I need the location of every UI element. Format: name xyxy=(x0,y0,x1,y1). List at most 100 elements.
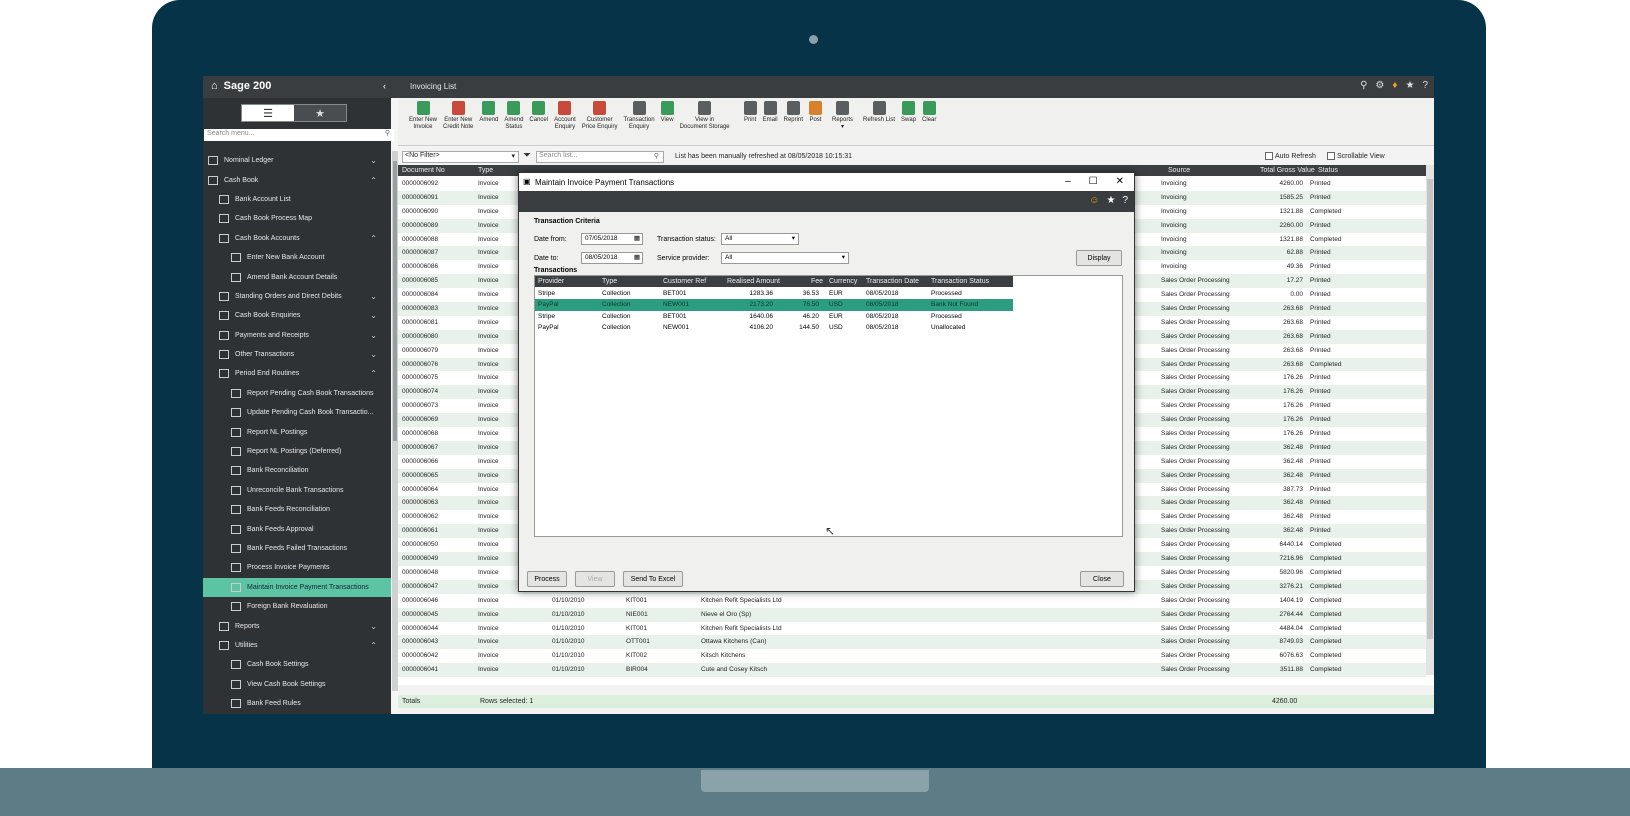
star-icon[interactable]: ★ xyxy=(1106,195,1115,206)
home-icon[interactable]: ⌂ xyxy=(211,80,218,92)
service-provider-select[interactable]: All ▾ xyxy=(721,252,849,264)
toolbar-button[interactable]: View in Document Storage xyxy=(677,98,733,145)
sidebar-item[interactable]: Bank Feeds Reconciliation xyxy=(203,500,391,519)
sidebar-item[interactable]: Enter New Bank Account xyxy=(203,248,391,267)
list-search-input[interactable]: Search list... ⚲ xyxy=(536,151,664,163)
chevron-up-icon[interactable]: ⌃ xyxy=(370,369,377,378)
calendar-icon[interactable]: ▦ xyxy=(634,253,640,261)
sidebar-item[interactable]: Report NL Postings (Deferred) xyxy=(203,442,391,461)
col-fee[interactable]: Fee xyxy=(811,278,823,285)
close-button[interactable]: Close xyxy=(1080,571,1124,587)
menu-search-input[interactable]: Search menu... ⚲ xyxy=(204,129,394,141)
view-button[interactable]: View xyxy=(575,571,615,587)
menu-view-icon[interactable]: ☰ xyxy=(242,105,294,121)
chevron-up-icon[interactable]: ⌃ xyxy=(370,176,377,185)
date-from-input[interactable]: 07/05/2018 ▦ xyxy=(581,233,643,245)
sidebar-item[interactable]: Other Transactions ⌄ xyxy=(203,345,391,364)
col-type[interactable]: Type xyxy=(602,278,617,285)
sidebar-item[interactable]: Bank Reconciliation xyxy=(203,461,391,480)
help-icon[interactable]: ? xyxy=(1422,80,1428,91)
chevron-down-icon[interactable]: ⌄ xyxy=(370,292,377,301)
grid-scrollbar[interactable] xyxy=(1426,165,1434,675)
table-row[interactable]: 0000006041 Invoice 01/10/2010 BIR004 Cute an… xyxy=(398,663,1426,678)
table-row[interactable]: 0000006043 Invoice 01/10/2010 OTT001 Ottawa … xyxy=(398,635,1426,650)
favourites-view-icon[interactable]: ★ xyxy=(294,105,346,121)
transaction-row[interactable]: PayPal Collection NEW001 4106.20 144.50 USD 08… xyxy=(535,322,1013,333)
brand[interactable]: ⌂ Sage 200 xyxy=(211,80,271,92)
help-icon[interactable]: ? xyxy=(1122,195,1128,206)
sidebar-item[interactable]: Bank Account List xyxy=(203,190,391,209)
auto-refresh-checkbox[interactable]: Auto Refresh xyxy=(1265,152,1316,160)
checkbox-box[interactable] xyxy=(1265,152,1273,160)
send-to-excel-button[interactable]: Send To Excel xyxy=(623,571,683,587)
sidebar-item[interactable]: Payments and Receipts ⌄ xyxy=(203,326,391,345)
sidebar-item[interactable]: Utilities ⌃ xyxy=(203,636,391,655)
chevron-up-icon[interactable]: ⌃ xyxy=(370,234,377,243)
sidebar-scroll-thumb[interactable] xyxy=(393,161,397,441)
collapse-sidebar-icon[interactable]: ‹ xyxy=(383,81,386,91)
sidebar-item[interactable]: Standing Orders and Direct Debits ⌄ xyxy=(203,287,391,306)
display-button[interactable]: Display xyxy=(1076,250,1122,266)
sidebar-item[interactable]: Cash Book Enquiries ⌄ xyxy=(203,306,391,325)
table-row[interactable]: 0000006042 Invoice 01/10/2010 KIT002 Kitsch … xyxy=(398,649,1426,663)
sidebar-item[interactable]: Amend Bank Account Details xyxy=(203,267,391,286)
chevron-down-icon[interactable]: ⌄ xyxy=(370,311,377,320)
sidebar-item[interactable]: Foreign Bank Revaluation xyxy=(203,597,391,616)
sidebar-item[interactable]: Cash Book Accounts ⌃ xyxy=(203,229,391,248)
transaction-row[interactable]: Stripe Collection BET001 1283.36 36.53 EUR 08/… xyxy=(535,288,1013,299)
col-provider[interactable]: Provider xyxy=(538,278,564,285)
filter-icon[interactable]: ⏷ xyxy=(523,150,531,161)
chevron-down-icon[interactable]: ⌄ xyxy=(370,622,377,631)
close-icon[interactable]: ✕ xyxy=(1116,176,1124,187)
col-total-gross[interactable]: Total Gross Value xyxy=(1260,167,1315,174)
col-customer-ref[interactable]: Customer Ref xyxy=(663,278,706,285)
toolbar-button[interactable]: Post xyxy=(806,98,825,145)
toolbar-button[interactable]: Amend xyxy=(476,98,501,145)
col-transaction-status[interactable]: Transaction Status xyxy=(931,278,989,285)
col-realised-amount[interactable]: Realised Amount xyxy=(727,278,780,285)
sidebar-item[interactable]: Bank Feeds Approval xyxy=(203,519,391,538)
chevron-down-icon[interactable]: ⌄ xyxy=(370,350,377,359)
toolbar-button[interactable]: View xyxy=(658,98,677,145)
toolbar-button[interactable]: Customer Price Enquiry xyxy=(579,98,621,145)
grid-scroll-thumb[interactable] xyxy=(1427,179,1433,639)
toolbar-button[interactable]: Email xyxy=(760,98,781,145)
sidebar-item[interactable]: Bank Feed Rules xyxy=(203,694,391,713)
toolbar-button[interactable]: Print xyxy=(741,98,760,145)
sidebar-item[interactable]: Period End Routines ⌃ xyxy=(203,364,391,383)
sidebar-item[interactable]: Cash Book ⌃ xyxy=(203,170,391,189)
sidebar-item[interactable]: Cash Book Process Map xyxy=(203,209,391,228)
checkbox-box[interactable] xyxy=(1327,152,1335,160)
table-row[interactable]: 0000006044 Invoice 01/10/2010 KIT001 Kitchen… xyxy=(398,622,1426,636)
sidebar-item[interactable]: Nominal Ledger ⌄ xyxy=(203,151,391,170)
star-icon[interactable]: ★ xyxy=(1405,80,1414,91)
chevron-down-icon[interactable]: ⌄ xyxy=(370,331,377,340)
scrollable-view-checkbox[interactable]: Scrollable View xyxy=(1327,152,1385,160)
col-currency[interactable]: Currency xyxy=(829,278,857,285)
table-row[interactable]: 0000006045 Invoice 01/10/2010 NIE001 Nieve e… xyxy=(398,607,1426,622)
chevron-down-icon[interactable]: ⌄ xyxy=(370,156,377,165)
maximize-icon[interactable]: ☐ xyxy=(1089,176,1098,187)
toolbar-button[interactable]: Clear xyxy=(919,98,939,145)
transaction-row[interactable]: Stripe Collection BET001 1640.06 46.20 EUR 08/… xyxy=(535,311,1013,322)
toolbar-button[interactable]: Refresh List xyxy=(860,98,898,145)
lightbulb-icon[interactable]: ♦ xyxy=(1392,80,1397,91)
toolbar-button[interactable]: Enter New Invoice xyxy=(406,98,440,145)
minimize-icon[interactable]: – xyxy=(1065,176,1071,187)
col-status[interactable]: Status xyxy=(1318,167,1338,174)
col-type[interactable]: Type xyxy=(478,167,493,174)
toolbar-button[interactable]: Swap xyxy=(898,98,919,145)
people-icon[interactable]: ⚲ xyxy=(1360,80,1367,91)
toolbar-button[interactable]: Cancel xyxy=(526,98,551,145)
sidebar-item[interactable]: Unreconcile Bank Transactions xyxy=(203,481,391,500)
toolbar-button[interactable]: Amend Status xyxy=(501,98,526,145)
toolbar-button[interactable]: Enter New Credit Note xyxy=(440,98,476,145)
toolbar-button[interactable]: Reports ▾ xyxy=(829,98,856,145)
sidebar-item[interactable]: Bank Feeds Failed Transactions xyxy=(203,539,391,558)
table-row[interactable]: 0000006046 Invoice 01/10/2010 KIT001 Kitchen… xyxy=(398,594,1426,608)
calendar-icon[interactable]: ▦ xyxy=(634,234,640,242)
sidebar-item[interactable]: Update Pending Cash Book Transactio... xyxy=(203,403,391,422)
sidebar-item[interactable]: Cash Book Settings xyxy=(203,655,391,674)
chevron-up-icon[interactable]: ⌃ xyxy=(370,641,377,650)
sidebar-item[interactable]: Process Invoice Payments xyxy=(203,558,391,577)
